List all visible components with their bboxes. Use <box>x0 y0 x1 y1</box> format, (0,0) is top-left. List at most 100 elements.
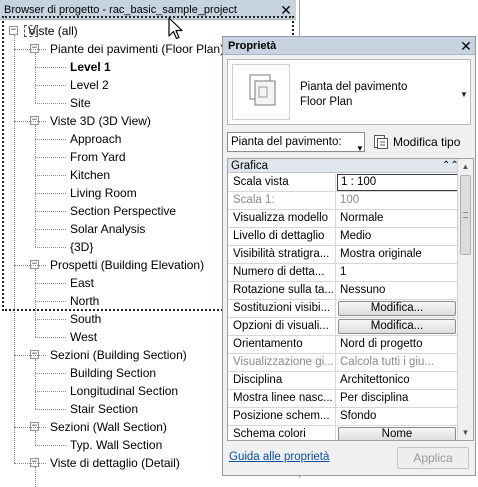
group-header-graphics[interactable]: Grafica ⌃⌃ <box>228 159 459 173</box>
property-row: Orientamento Nord di progetto <box>228 336 457 354</box>
tree-item[interactable]: Solar Analysis <box>70 220 145 238</box>
tree-connector <box>35 125 36 247</box>
tree-item[interactable]: Piante dei pavimenti (Floor Plan) <box>50 40 224 58</box>
group-header-label: Grafica <box>231 160 269 172</box>
tree-item[interactable]: Kitchen <box>70 166 110 184</box>
property-value[interactable]: Architettonico <box>337 372 457 389</box>
tree-item[interactable]: Prospetti (Building Elevation) <box>50 256 204 274</box>
tree-item[interactable]: Level 2 <box>70 76 109 94</box>
property-name: Orientamento <box>228 336 336 353</box>
tree-item[interactable]: South <box>70 310 101 328</box>
property-name: Opzioni di visuali... <box>228 318 336 335</box>
tree-connector <box>35 269 36 337</box>
tree-connector <box>35 373 66 374</box>
tree-item[interactable]: East <box>70 274 94 292</box>
property-name: Visibilità stratigra... <box>228 246 336 263</box>
tree-item[interactable]: Sezioni (Wall Section) <box>50 418 167 436</box>
tree-connector <box>14 427 46 428</box>
property-row: Scala 1: 100 <box>228 192 457 210</box>
type-dropdown-arrow-icon[interactable]: ▼ <box>460 90 468 99</box>
type-name: Pianta del pavimento Floor Plan <box>300 80 450 110</box>
apply-button[interactable]: Applica <box>397 447 469 469</box>
property-value[interactable]: Nord di progetto <box>337 336 457 353</box>
tree-item[interactable]: Living Room <box>70 184 137 202</box>
property-name: Disciplina <box>228 372 336 389</box>
property-row: Livello di dettaglio Medio <box>228 228 457 246</box>
tree-connector <box>35 103 66 104</box>
tree-item[interactable]: Viste di dettaglio (Detail) <box>50 454 180 472</box>
instance-filter-dropdown[interactable]: Pianta del pavimento: ▼ <box>227 132 365 152</box>
property-value[interactable]: 1 <box>337 264 457 281</box>
tree-item[interactable]: Viste 3D (3D View) <box>50 112 151 130</box>
tree-item[interactable]: Section Perspective <box>70 202 176 220</box>
tree-item[interactable]: West <box>70 328 97 346</box>
properties-scrollbar[interactable]: ▲ ▼ <box>457 159 473 440</box>
properties-close-icon[interactable]: ✕ <box>459 39 473 53</box>
edit-type-label: Modifica tipo <box>393 135 461 149</box>
property-value[interactable]: Medio <box>337 228 457 245</box>
property-name: Livello di dettaglio <box>228 228 336 245</box>
tree-item[interactable]: Stair Section <box>70 400 138 418</box>
tree-item[interactable]: Level 1 <box>70 58 111 76</box>
property-name: Scala 1: <box>228 192 336 209</box>
property-value[interactable]: Per disciplina <box>337 390 457 407</box>
tree-item[interactable]: Approach <box>70 130 121 148</box>
tree-item[interactable]: Site <box>70 94 91 112</box>
tree-connector <box>14 463 46 464</box>
tree-connector <box>35 337 66 338</box>
properties-help-link[interactable]: Guida alle proprietà <box>229 451 329 463</box>
property-name: Visualizzazione gi... <box>228 354 336 371</box>
view-scale-input[interactable]: 1 : 100 <box>337 174 468 191</box>
property-edit-button[interactable]: Modifica... <box>338 319 456 334</box>
property-value[interactable]: Mostra originale <box>337 246 457 263</box>
property-value[interactable]: Normale <box>337 210 457 227</box>
property-row: Opzioni di visuali... Modifica... <box>228 318 457 336</box>
tree-item[interactable]: {3D} <box>70 238 93 256</box>
tree-connector <box>35 409 66 410</box>
tree-connector <box>35 283 66 284</box>
tree-connector <box>35 211 66 212</box>
property-row: Rotazione sulla ta... Nessuno <box>228 282 457 300</box>
grip-icon <box>463 212 468 218</box>
type-name-line1: Pianta del pavimento <box>300 81 408 93</box>
tree-item[interactable]: North <box>70 292 99 310</box>
tree-connector <box>35 467 36 487</box>
project-browser-title: Browser di progetto - rac_basic_sample_p… <box>0 0 296 20</box>
property-name: Numero di detta... <box>228 264 336 281</box>
property-row: Visualizzazione gi... Calcola tutti i giu… <box>228 354 457 372</box>
properties-grid: Grafica ⌃⌃ Scala vista 1 : 100 Scala 1: 100… <box>227 158 474 441</box>
tree-connector <box>35 247 66 248</box>
edit-type-button[interactable]: Modifica tipo <box>371 131 475 153</box>
property-name: Sostituzioni visibi... <box>228 300 336 317</box>
property-edit-button[interactable]: Nome <box>338 427 456 440</box>
type-name-line2: Floor Plan <box>300 96 353 108</box>
tree-connector <box>14 35 15 463</box>
property-name: Scala vista <box>228 174 336 191</box>
tree-item[interactable]: Typ. Wall Section <box>70 436 162 454</box>
tree-connector <box>35 67 66 68</box>
type-selector[interactable]: Pianta del pavimento Floor Plan ▼ <box>227 59 471 125</box>
property-name: Rotazione sulla ta... <box>228 282 336 299</box>
property-row: Mostra linee nasc... Per disciplina <box>228 390 457 408</box>
tree-item[interactable]: From Yard <box>70 148 126 166</box>
tree-item[interactable]: Sezioni (Building Section) <box>50 346 187 364</box>
property-edit-button[interactable]: Modifica... <box>338 301 456 316</box>
scroll-thumb[interactable] <box>460 175 471 255</box>
property-name: Visualizza modello <box>228 210 336 227</box>
property-row: Scala vista 1 : 100 <box>228 174 468 192</box>
tree-item[interactable]: Longitudinal Section <box>70 382 178 400</box>
tree-connector <box>14 49 46 50</box>
tree-item[interactable]: Building Section <box>70 364 156 382</box>
collapse-toggle-icon[interactable]: − <box>9 26 18 35</box>
property-row: Visibilità stratigra... Mostra originale <box>228 246 457 264</box>
scroll-down-icon[interactable]: ▼ <box>458 425 473 440</box>
property-name: Mostra linee nasc... <box>228 390 336 407</box>
scroll-up-icon[interactable]: ▲ <box>458 159 473 174</box>
property-value[interactable]: Sfondo <box>337 408 457 425</box>
floor-plan-type-icon <box>232 64 290 120</box>
property-row: Numero di detta... 1 <box>228 264 457 282</box>
tree-connector <box>14 121 46 122</box>
property-value[interactable]: Nessuno <box>337 282 457 299</box>
tree-connector <box>35 445 66 446</box>
project-browser-close-icon[interactable]: ✕ <box>279 3 293 17</box>
